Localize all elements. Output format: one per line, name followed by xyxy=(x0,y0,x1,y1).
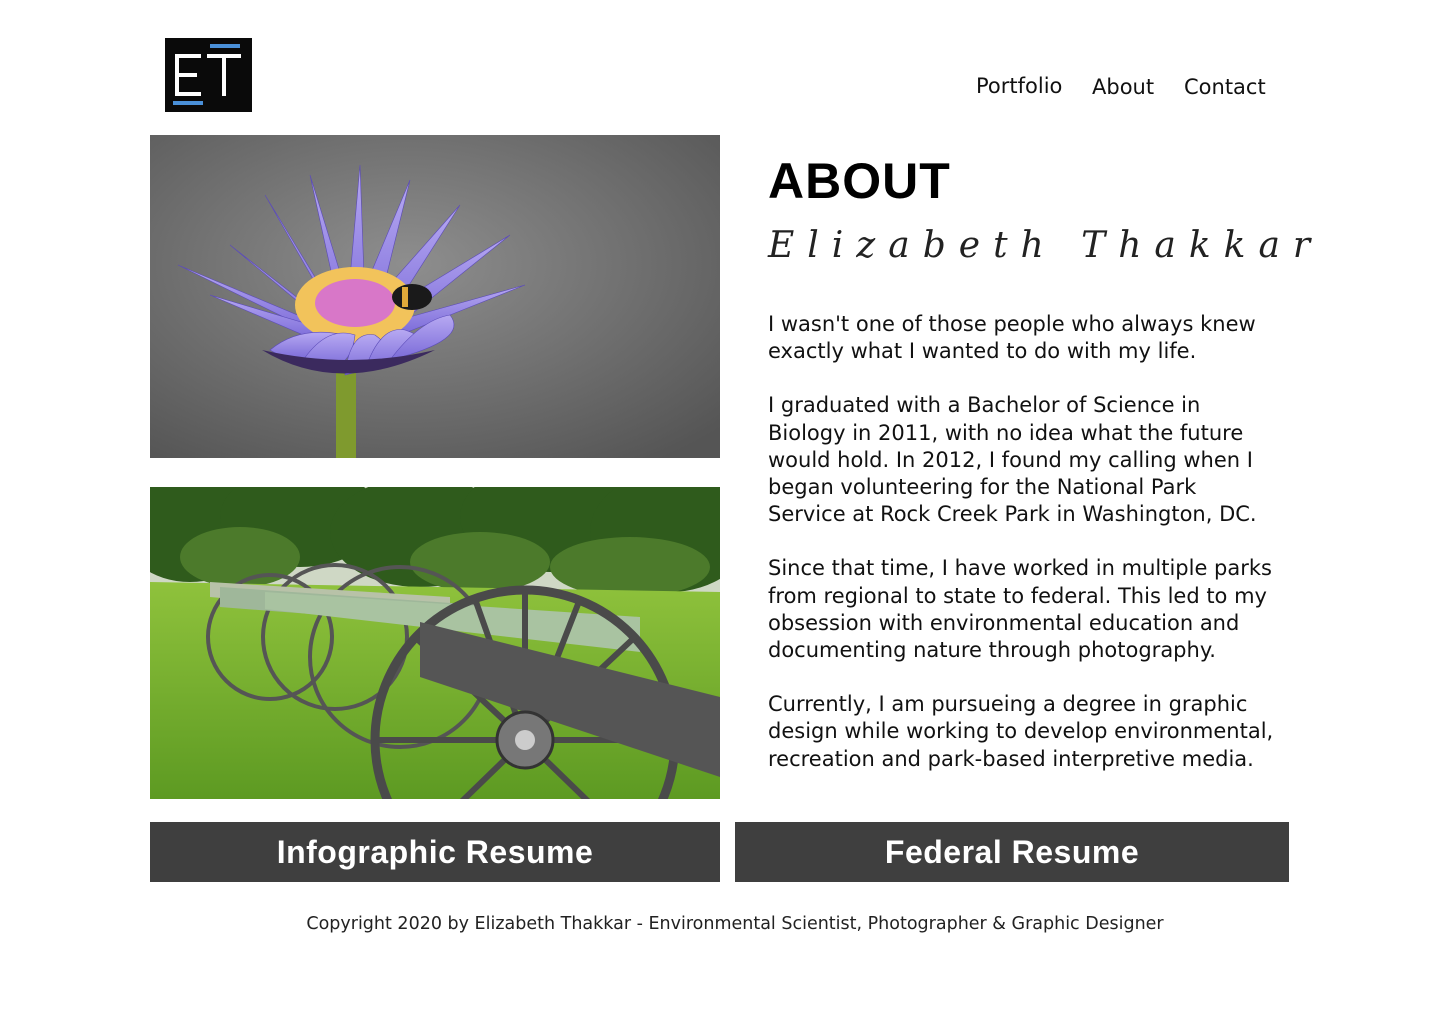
bio-paragraph: I graduated with a Bachelor of Science i… xyxy=(768,393,1257,527)
site-logo[interactable] xyxy=(165,38,252,112)
about-heading: ABOUT xyxy=(768,153,951,209)
bio-text: I wasn't one of those people who always … xyxy=(768,311,1278,800)
cannons-photo xyxy=(150,487,720,799)
flower-photo xyxy=(150,135,720,458)
nav-portfolio-link[interactable]: Portfolio xyxy=(976,74,1062,98)
infographic-resume-button[interactable]: Infographic Resume xyxy=(150,822,720,882)
footer-copyright: Copyright 2020 by Elizabeth Thakkar - En… xyxy=(306,914,1164,934)
bio-paragraph: Since that time, I have worked in multip… xyxy=(768,556,1272,663)
signature: Elizabeth Thakkar xyxy=(768,225,1324,266)
main-nav: Portfolio About Contact xyxy=(960,74,1280,104)
et-monogram-icon xyxy=(173,44,241,105)
nav-about-link[interactable]: About xyxy=(1092,75,1154,99)
bio-paragraph: Currently, I am pursueing a degree in gr… xyxy=(768,692,1274,771)
nav-contact-link[interactable]: Contact xyxy=(1184,75,1266,99)
bio-paragraph: I wasn't one of those people who always … xyxy=(768,312,1256,364)
federal-resume-button[interactable]: Federal Resume xyxy=(735,822,1289,882)
